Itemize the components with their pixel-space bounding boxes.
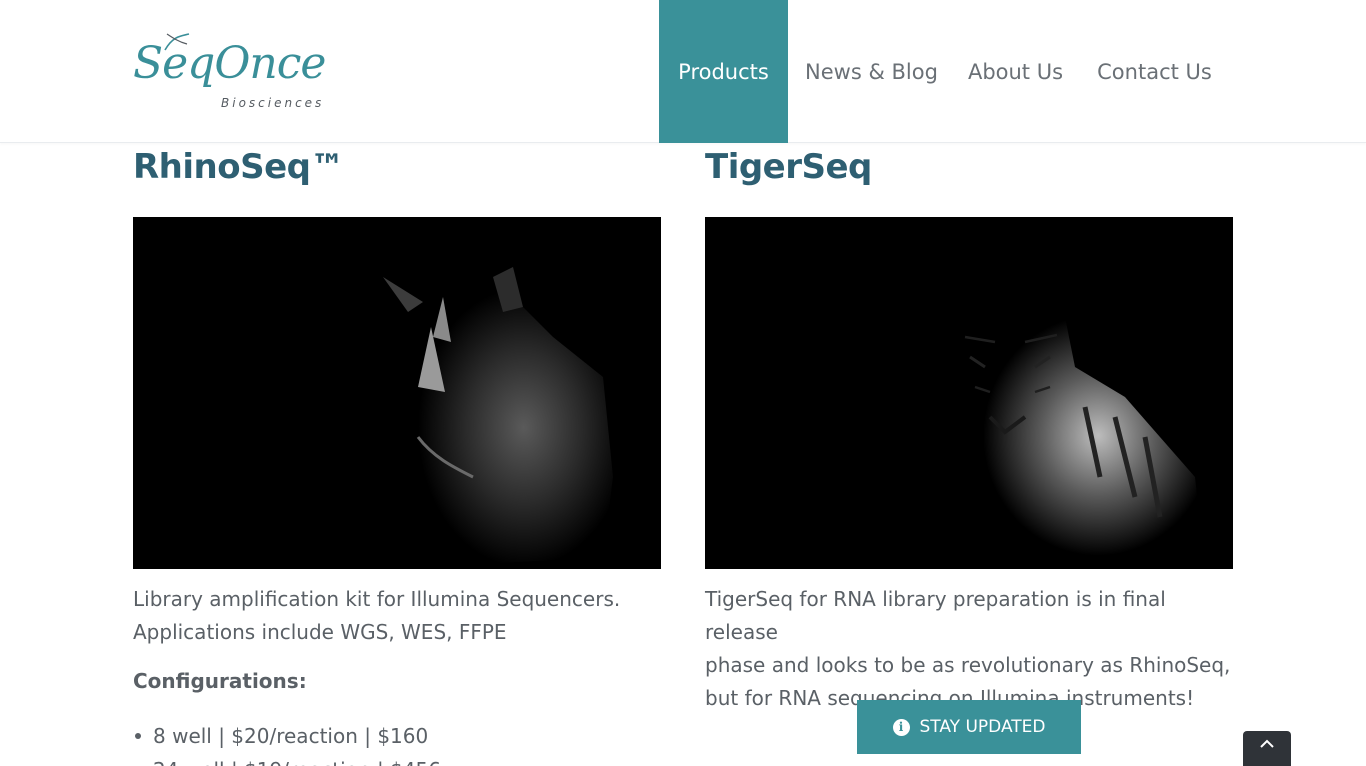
- nav-item-products[interactable]: Products: [659, 0, 788, 143]
- product-description: Library amplification kit for Illumina S…: [133, 583, 661, 649]
- chevron-up-icon: [1260, 739, 1274, 748]
- logo-subtitle: Biosciences: [221, 96, 325, 110]
- description-line: TigerSeq for RNA library preparation is …: [705, 587, 1166, 644]
- scroll-to-top-button[interactable]: [1243, 731, 1291, 766]
- product-rhinoseq: RhinoSeq™ Library amplification kit for …: [133, 143, 661, 766]
- product-title: RhinoSeq™: [133, 147, 345, 187]
- nav-item-about-us[interactable]: About Us: [955, 0, 1076, 143]
- description-line: phase and looks to be as revolutionary a…: [705, 653, 1231, 677]
- configurations-list: 8 well | $20/reaction | $160 24 well | $…: [133, 719, 661, 766]
- logo-wordmark: SeqOnce: [133, 38, 326, 89]
- tiger-photo: [705, 217, 1233, 569]
- main-nav: Products News & Blog About Us Contact Us: [659, 0, 1233, 143]
- nav-item-news-blog[interactable]: News & Blog: [788, 0, 955, 143]
- description-line: Applications include WGS, WES, FFPE: [133, 620, 507, 644]
- stay-updated-label: STAY UPDATED: [919, 717, 1046, 737]
- product-tigerseq: TigerSeq TigerSeq for RNA library prepar…: [705, 143, 1233, 715]
- product-title: TigerSeq: [705, 147, 872, 187]
- list-item: 24 well | $19/reaction | $456: [153, 753, 661, 766]
- stay-updated-button[interactable]: i STAY UPDATED: [857, 700, 1081, 754]
- product-description: TigerSeq for RNA library preparation is …: [705, 583, 1233, 715]
- seqonce-logo[interactable]: SeqOnce Biosciences: [133, 30, 338, 115]
- site-header: SeqOnce Biosciences Products News & Blog…: [0, 0, 1366, 143]
- rhino-photo: [133, 217, 661, 569]
- configurations-heading: Configurations:: [133, 669, 307, 693]
- description-line: Library amplification kit for Illumina S…: [133, 587, 621, 611]
- info-icon: i: [892, 718, 910, 736]
- nav-item-contact-us[interactable]: Contact Us: [1076, 0, 1233, 143]
- list-item: 8 well | $20/reaction | $160: [135, 719, 661, 753]
